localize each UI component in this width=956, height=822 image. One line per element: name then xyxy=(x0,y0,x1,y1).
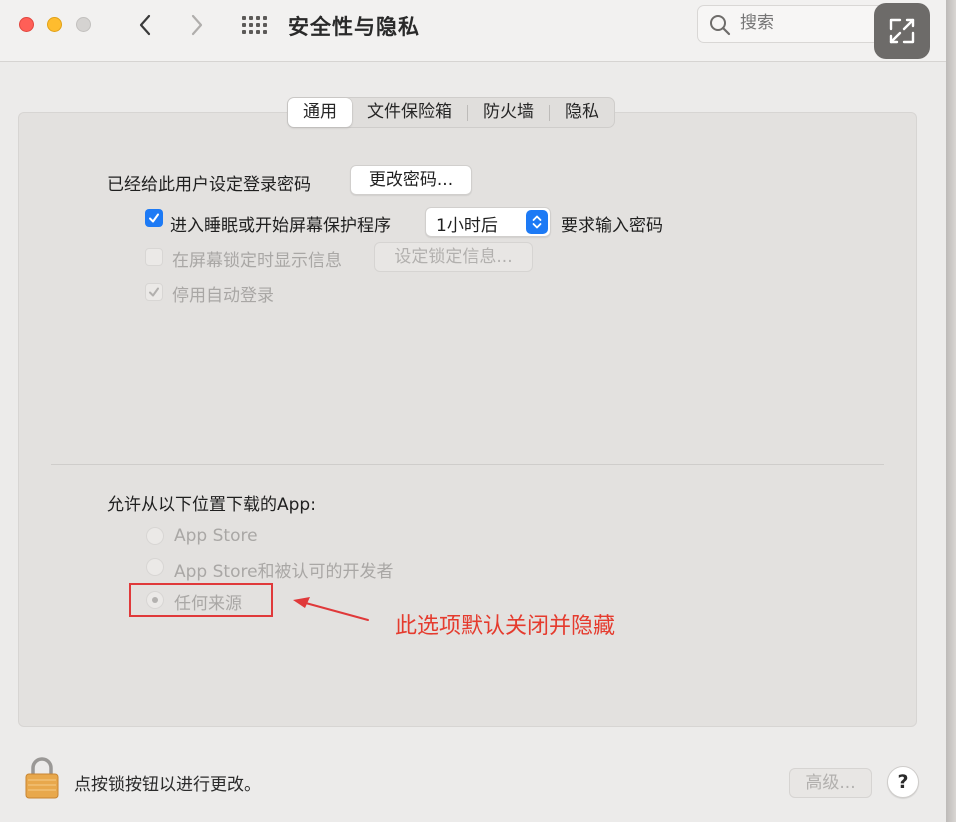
require-password-label: 进入睡眠或开始屏幕保护程序 xyxy=(170,216,391,236)
password-delay-value: 1小时后 xyxy=(436,216,498,236)
require-password-checkbox[interactable] xyxy=(145,209,163,227)
tab-firewall[interactable]: 防火墙 xyxy=(468,98,549,127)
chevron-right-icon xyxy=(191,14,203,36)
password-delay-select[interactable]: 1小时后 xyxy=(425,207,551,237)
set-lock-message-button[interactable]: 设定锁定信息... xyxy=(374,242,533,272)
expand-fullscreen-button[interactable] xyxy=(874,3,930,59)
radio-app-store-identified[interactable] xyxy=(146,558,164,576)
tab-general[interactable]: 通用 xyxy=(288,98,352,127)
close-window-button[interactable] xyxy=(19,17,34,32)
radio-app-store-label: App Store xyxy=(174,526,258,546)
downloads-heading: 允许从以下位置下载的App: xyxy=(107,495,316,515)
title-bar: 安全性与隐私 xyxy=(0,0,946,62)
show-all-grid-icon[interactable] xyxy=(240,14,268,36)
search-input[interactable] xyxy=(740,13,860,33)
tab-privacy[interactable]: 隐私 xyxy=(550,98,614,127)
disable-auto-login-checkbox[interactable] xyxy=(145,283,163,301)
show-message-label: 在屏幕锁定时显示信息 xyxy=(172,251,342,271)
show-message-checkbox[interactable] xyxy=(145,248,163,266)
expand-icon xyxy=(889,18,915,44)
tab-bar: 通用 文件保险箱 防火墙 隐私 xyxy=(287,97,615,128)
zoom-window-button[interactable] xyxy=(76,17,91,32)
minimize-window-button[interactable] xyxy=(47,17,62,32)
require-password-suffix: 要求输入密码 xyxy=(561,216,663,236)
disable-auto-login-label: 停用自动登录 xyxy=(172,286,274,306)
back-button[interactable] xyxy=(132,12,158,38)
radio-app-store[interactable] xyxy=(146,527,164,545)
change-password-button[interactable]: 更改密码... xyxy=(350,165,472,195)
help-button[interactable]: ? xyxy=(887,766,919,798)
radio-app-store-identified-label: App Store和被认可的开发者 xyxy=(174,562,394,582)
password-set-label: 已经给此用户设定登录密码 xyxy=(107,175,311,195)
advanced-button[interactable]: 高级... xyxy=(789,768,872,798)
annotation-text: 此选项默认关闭并隐藏 xyxy=(395,614,616,639)
annotation-highlight-box xyxy=(129,583,273,617)
chevron-updown-icon xyxy=(526,210,548,234)
tab-filevault[interactable]: 文件保险箱 xyxy=(352,98,467,127)
search-icon xyxy=(710,15,731,36)
background-window-edge xyxy=(946,0,956,822)
section-divider xyxy=(51,464,884,465)
annotation-arrow-icon xyxy=(293,597,369,621)
checkmark-icon xyxy=(149,287,159,297)
chevron-left-icon xyxy=(139,14,151,36)
window-title: 安全性与隐私 xyxy=(288,15,420,39)
lock-icon[interactable] xyxy=(24,757,60,799)
forward-button[interactable] xyxy=(184,12,210,38)
system-preferences-window: 安全性与隐私 通用 文件保险箱 防火墙 隐私 已经给此用户设定登录密码 更改密码… xyxy=(0,0,946,822)
lock-instruction-text: 点按锁按钮以进行更改。 xyxy=(74,775,261,795)
checkmark-icon xyxy=(149,213,159,223)
